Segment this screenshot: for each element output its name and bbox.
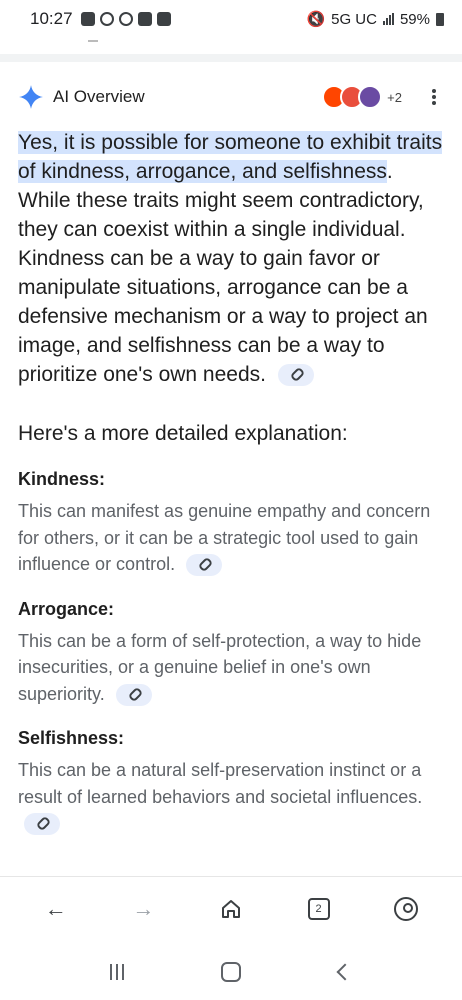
tabs-button[interactable]: 2 bbox=[297, 887, 341, 931]
account-button[interactable] bbox=[384, 887, 428, 931]
link-icon[interactable] bbox=[277, 364, 314, 387]
section-divider bbox=[0, 54, 462, 62]
detail-term: Selfishness: bbox=[18, 728, 125, 748]
ai-overview-header: AI Overview +2 bbox=[18, 80, 444, 114]
more-options-icon[interactable] bbox=[424, 85, 444, 109]
home-button[interactable] bbox=[211, 952, 251, 992]
home-glyph bbox=[221, 899, 240, 918]
image-icon bbox=[137, 12, 152, 26]
network-label: 5G UC bbox=[331, 10, 377, 28]
source-icon bbox=[358, 85, 383, 109]
account-icon bbox=[394, 896, 419, 921]
browser-bottom-nav: ← → 2 bbox=[0, 876, 462, 940]
link-icon[interactable] bbox=[186, 554, 223, 577]
system-home-icon bbox=[221, 962, 241, 982]
ai-overview-title: AI Overview bbox=[53, 87, 145, 106]
detail-description: This can manifest as genuine empathy and… bbox=[18, 498, 446, 578]
highlighted-answer: Yes, it is possible for someone to exhib… bbox=[18, 131, 443, 183]
signal-icon bbox=[382, 13, 394, 25]
recents-icon[interactable] bbox=[97, 952, 137, 992]
overview-paragraph: Yes, it is possible for someone to exhib… bbox=[18, 128, 446, 389]
status-time: 10:27 bbox=[30, 9, 73, 28]
system-back-icon bbox=[336, 963, 354, 981]
detail-text: This can manifest as genuine empathy and… bbox=[18, 501, 431, 574]
gemini-sparkle-icon bbox=[19, 85, 43, 109]
detail-description: This can be a form of self-protection, a… bbox=[18, 628, 446, 708]
detail-heading: Here's a more detailed explanation: bbox=[18, 422, 348, 445]
detail-text: This can be a natural self-preservation … bbox=[18, 760, 423, 807]
back-button[interactable] bbox=[325, 952, 365, 992]
youtube-icon bbox=[156, 12, 171, 26]
battery-percent: 59% bbox=[399, 10, 430, 28]
status-right: 🔇 5G UC 59% bbox=[306, 10, 444, 28]
link-icon[interactable] bbox=[24, 813, 60, 836]
detail-item: Arrogance: This can be a form of self-pr… bbox=[18, 596, 446, 708]
mute-icon: 🔇 bbox=[306, 11, 326, 28]
overview-text: . While these traits might seem contradi… bbox=[18, 160, 428, 386]
battery-icon bbox=[436, 12, 444, 26]
ai-overview-content: Yes, it is possible for someone to exhib… bbox=[18, 128, 446, 837]
detail-text: This can be a form of self-protection, a… bbox=[18, 630, 422, 704]
detail-term: Kindness: bbox=[18, 469, 106, 489]
game-controller-icon bbox=[80, 12, 95, 26]
source-avatars[interactable]: +2 bbox=[322, 85, 402, 109]
more-sources-count: +2 bbox=[387, 89, 402, 105]
detail-term: Arrogance: bbox=[18, 598, 115, 619]
detail-item: Selfishness: This can be a natural self-… bbox=[18, 725, 446, 837]
tab-count: 2 bbox=[307, 897, 330, 920]
notification-icons bbox=[80, 12, 171, 26]
home-icon[interactable] bbox=[209, 887, 253, 931]
system-nav-bar bbox=[0, 944, 462, 1000]
app-notification-icon bbox=[99, 12, 114, 26]
link-icon[interactable] bbox=[115, 683, 152, 706]
status-bar: 10:27 🔇 5G UC 59% bbox=[0, 0, 462, 38]
circle-notification-icon bbox=[118, 12, 133, 26]
cut-off-text bbox=[88, 36, 98, 42]
back-arrow-icon[interactable]: ← bbox=[34, 887, 78, 931]
detail-item: Kindness: This can manifest as genuine e… bbox=[18, 466, 446, 578]
forward-arrow-icon[interactable]: → bbox=[121, 887, 165, 931]
detail-description: This can be a natural self-preservation … bbox=[18, 757, 446, 837]
